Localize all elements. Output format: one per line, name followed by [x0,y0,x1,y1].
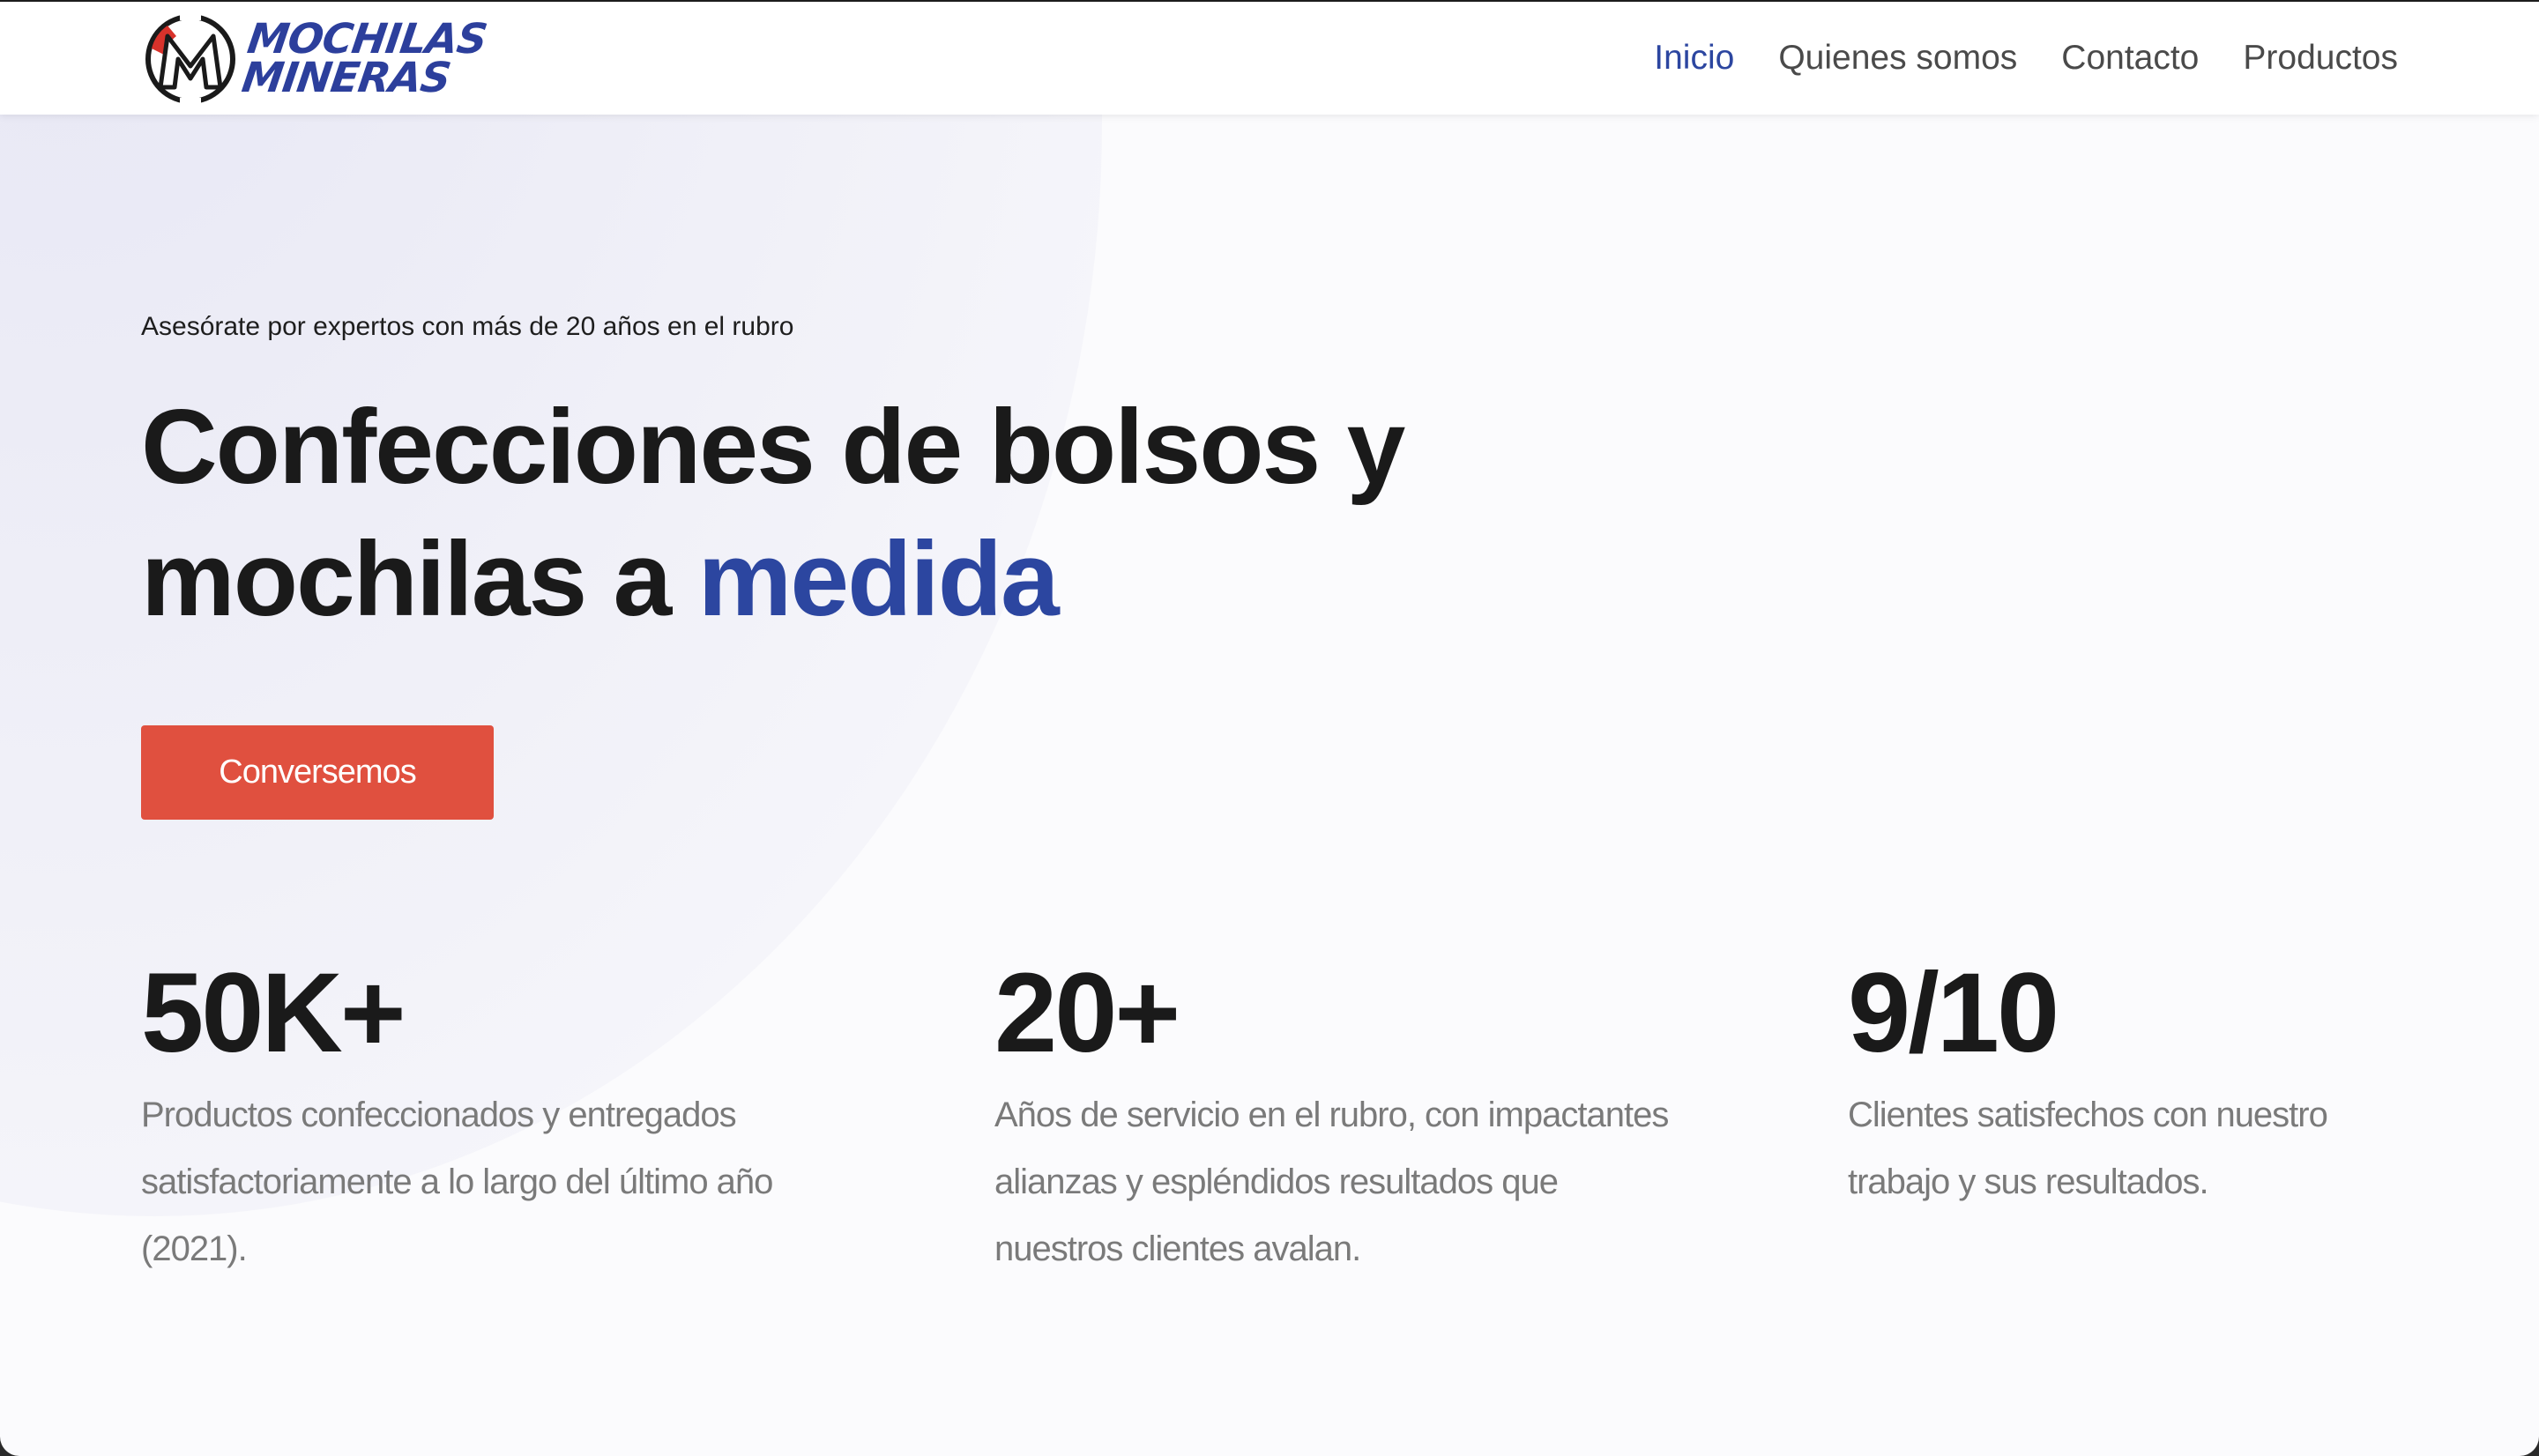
stat-satisfaction: 9/10 Clientes satisfechos con nuestro tr… [1848,947,2539,1215]
window-top-border [0,0,2539,2]
logo-wordmark: MOCHILAS MINERAS [239,15,489,102]
browser-viewport: MOCHILAS MINERAS Inicio Quienes somos Co… [0,0,2539,1456]
nav-contacto[interactable]: Contacto [2061,39,2199,78]
stat-years: 20+ Años de servicio en el rubro, con im… [994,947,1717,1282]
stat-value: 9/10 [1848,950,2059,1076]
conversemos-button[interactable]: Conversemos [141,725,494,820]
stat-value: 50K+ [141,950,406,1076]
headline-accent-word: medida [697,520,1060,638]
headline-line-2-prefix: mochilas a [141,520,698,638]
stat-description: Productos confeccionados y entregados sa… [141,1096,773,1268]
stat-description: Años de servicio en el rubro, con impact… [994,1096,1669,1268]
navbar: MOCHILAS MINERAS Inicio Quienes somos Co… [0,2,2539,115]
brand-logo[interactable]: MOCHILAS MINERAS [141,9,489,109]
stat-value: 20+ [994,950,1180,1076]
hero-eyebrow: Asesórate por expertos con más de 20 año… [141,312,794,341]
logo-line-2: MINERAS [239,54,453,102]
nav-quienes-somos[interactable]: Quienes somos [1778,39,2017,78]
hero-headline: Confecciones de bolsos y mochilas a medi… [141,381,1405,645]
headline-line-1: Confecciones de bolsos y [141,388,1405,506]
main-nav: Inicio Quienes somos Contacto Productos [1654,2,2398,115]
nav-inicio[interactable]: Inicio [1654,39,1734,78]
logo-mark-icon [145,13,235,105]
nav-productos[interactable]: Productos [2243,39,2398,78]
stat-products: 50K+ Productos confeccionados y entregad… [141,947,864,1282]
stat-description: Clientes satisfechos con nuestro trabajo… [1848,1096,2328,1201]
